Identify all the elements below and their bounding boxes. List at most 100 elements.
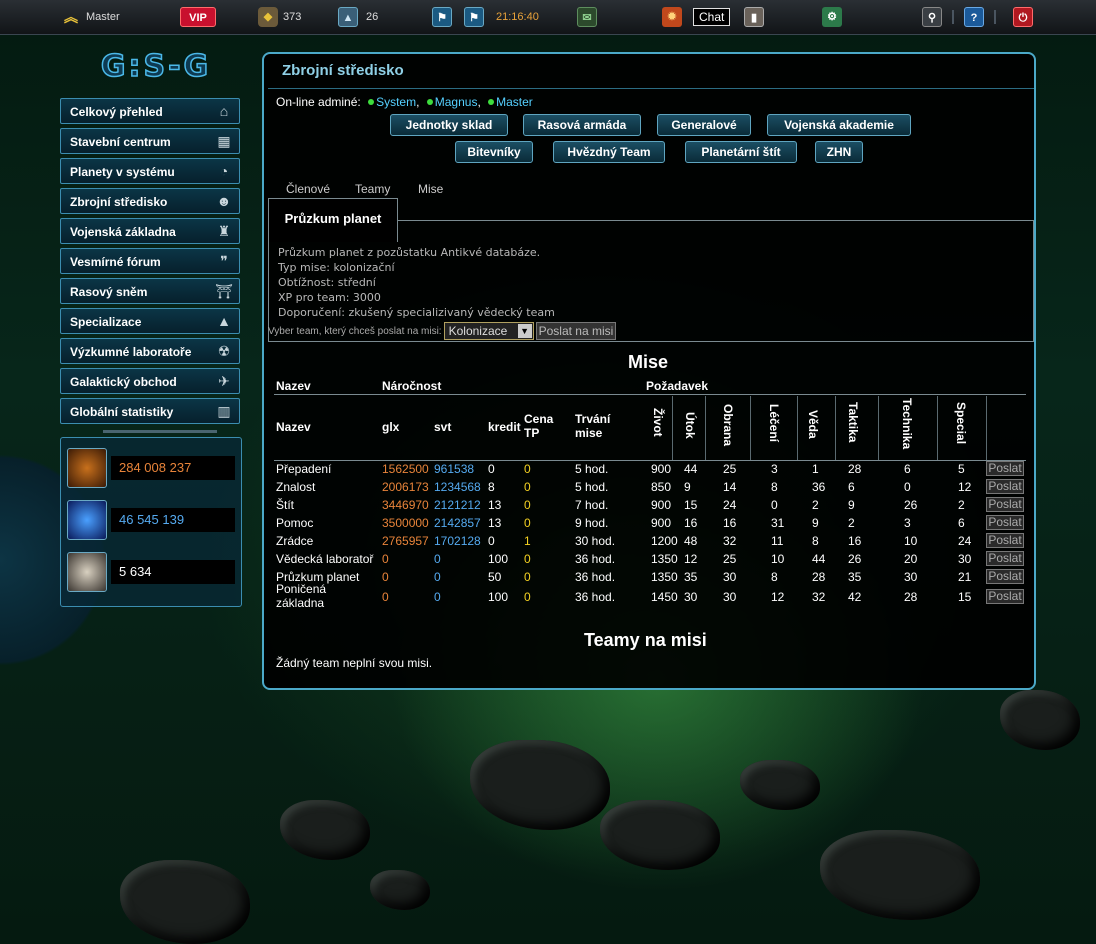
asteroid [820, 830, 980, 920]
cell-obrana: 24 [723, 498, 737, 512]
online-label: On-line adminé: [276, 95, 361, 109]
cell-svt: 1234568 [434, 480, 481, 494]
sidebar-item-label: Globální statistiky [70, 405, 174, 419]
resource-svt-value: 46 545 139 [111, 508, 235, 532]
cell-kredit: 0 [488, 534, 495, 548]
sidebar-item-label: Vesmírné fórum [70, 255, 161, 269]
admin-link[interactable]: Magnus [435, 95, 478, 109]
group-header-name: Nazev [276, 379, 311, 393]
send-mission-row-button[interactable]: Poslat [986, 515, 1024, 530]
separator [952, 10, 954, 24]
flag-button-2[interactable]: ⚑ [464, 7, 484, 27]
mission-name: Přepadení [276, 462, 332, 476]
sidebar-item-galactic-trade[interactable]: Galaktický obchod ✈ [60, 368, 240, 394]
send-mission-row-button[interactable]: Poslat [986, 589, 1024, 604]
page-title: Zbrojní středisko [282, 62, 404, 79]
cell-svt: 961538 [434, 462, 475, 476]
flag-button-1[interactable]: ⚑ [432, 7, 452, 27]
sidebar-item-label: Celkový přehled [70, 105, 163, 119]
tab-teams[interactable]: Teamy [355, 182, 390, 196]
mail-button[interactable]: ✉ [577, 7, 597, 27]
send-mission-button[interactable]: Poslat na misi [535, 322, 617, 340]
cell-utok: 15 [684, 498, 698, 512]
team-select[interactable]: Kolonizace ▼ [443, 322, 534, 340]
send-mission-row-button[interactable]: Poslat [986, 533, 1024, 548]
resource-credit: 5 634 [67, 552, 237, 592]
cell-zivot: 850 [651, 480, 672, 494]
col-header-svt: svt [434, 420, 452, 434]
online-dot-icon [368, 99, 375, 105]
group-header-difficulty: Náročnost [382, 379, 442, 393]
nav-button-race-army[interactable]: Rasová armáda [523, 114, 641, 136]
logout-button[interactable]: ⏻ [1013, 7, 1033, 27]
nav-button-generals[interactable]: Generalové [657, 114, 751, 136]
sidebar-item-research-labs[interactable]: Výzkumné laboratoře ☢ [60, 338, 240, 364]
power-icon: ⏻ [1013, 7, 1033, 27]
admin-link[interactable]: System [376, 95, 416, 109]
nav-button-unit-storage[interactable]: Jednotky sklad [390, 114, 508, 136]
tab-members[interactable]: Členové [286, 182, 330, 196]
sidebar-item-overview[interactable]: Celkový přehled ⌂ [60, 98, 240, 124]
vip-badge[interactable]: VIP [180, 7, 216, 27]
cell-technika: 26 [904, 498, 918, 512]
sidebar-item-forum[interactable]: Vesmírné fórum ❞ [60, 248, 240, 274]
flag-icon: ⚑ [464, 7, 484, 27]
counter-1[interactable]: ◆ 373 [258, 7, 301, 27]
admin-link[interactable]: Master [496, 95, 533, 109]
sidebar-menu: Celkový přehled ⌂ Stavební centrum ▦ Plane… [60, 96, 242, 432]
counter-2[interactable]: ▲ 26 [338, 7, 378, 27]
cell-technika: 28 [904, 590, 918, 604]
game-logo[interactable]: G:S-G [80, 49, 232, 85]
chat-button[interactable]: Chat [693, 7, 731, 27]
mission-tab[interactable]: Průzkum planet [268, 198, 398, 242]
cell-obrana: 32 [723, 534, 737, 548]
user-rank[interactable]: ︽ Master [62, 7, 120, 27]
missions-heading: Mise [628, 352, 669, 372]
cell-leceni: 11 [771, 534, 784, 548]
table-row: Vědecká laboratoř 0 0 100 0 36 hod. 1350 12 25 10… [264, 550, 1038, 568]
cell-veda: 8 [812, 534, 819, 548]
send-mission-row-button[interactable]: Poslat [986, 479, 1024, 494]
sidebar-item-label: Zbrojní středisko [70, 195, 168, 209]
cell-kredit: 13 [488, 498, 502, 512]
send-mission-row-button[interactable]: Poslat [986, 461, 1024, 476]
tab-missions[interactable]: Mise [418, 182, 443, 196]
cell-time: 36 hod. [575, 552, 616, 566]
resource-glx-value: 284 008 237 [111, 456, 235, 480]
nav-button-planetary-shield[interactable]: Planetární štít [685, 141, 797, 163]
bar-chart-icon: ▥ [217, 403, 231, 419]
table-row: Přepadení 1562500 961538 0 0 5 hod. 900 44 25 3 1 2… [264, 460, 1038, 478]
sidebar-item-label: Galaktický obchod [70, 375, 177, 389]
help-button[interactable]: ? [964, 7, 984, 27]
settings-button[interactable]: ⚙ [822, 7, 842, 27]
cell-tp: 0 [524, 590, 531, 604]
resource-svt: 46 545 139 [67, 500, 237, 540]
cell-taktika: 6 [848, 480, 855, 494]
tag-icon: ✈ [218, 373, 230, 389]
send-mission-row-button[interactable]: Poslat [986, 551, 1024, 566]
soldier-icon: ☻ [216, 193, 232, 209]
server-time: 21:16:40 [496, 7, 539, 27]
search-button[interactable]: ⚲ [922, 7, 942, 27]
stats-button[interactable]: ▮ [744, 7, 764, 27]
nav-button-star-team[interactable]: Hvězdný Team [553, 141, 665, 163]
nav-button-battleships[interactable]: Bitevníky [455, 141, 533, 163]
send-mission-row-button[interactable]: Poslat [986, 569, 1024, 584]
cell-obrana: 14 [723, 480, 737, 494]
nav-button-zhn[interactable]: ZHN [815, 141, 863, 163]
nav-button-military-academy[interactable]: Vojenská akademie [767, 114, 911, 136]
sidebar-item-global-stats[interactable]: Globální statistiky ▥ [60, 398, 240, 424]
sidebar-item-armory[interactable]: Zbrojní středisko ☻ [60, 188, 240, 214]
sidebar-item-military-base[interactable]: Vojenská základna ♜ [60, 218, 240, 244]
asteroid [600, 800, 720, 870]
crystal-die-icon: ◆ [258, 7, 278, 27]
sidebar-item-race-council[interactable]: Rasový sněm ⛩ [60, 278, 240, 304]
send-mission-row-button[interactable]: Poslat [986, 497, 1024, 512]
cell-special: 5 [958, 462, 965, 476]
sidebar-item-specialization[interactable]: Specializace ▲ [60, 308, 240, 334]
gears-icon: ⚙ [822, 7, 842, 27]
sidebar-item-planets[interactable]: Planety v systému ◔ [60, 158, 240, 184]
fire-button[interactable]: ✹ [662, 7, 682, 27]
cell-special: 30 [958, 552, 972, 566]
sidebar-item-building-center[interactable]: Stavební centrum ▦ [60, 128, 240, 154]
